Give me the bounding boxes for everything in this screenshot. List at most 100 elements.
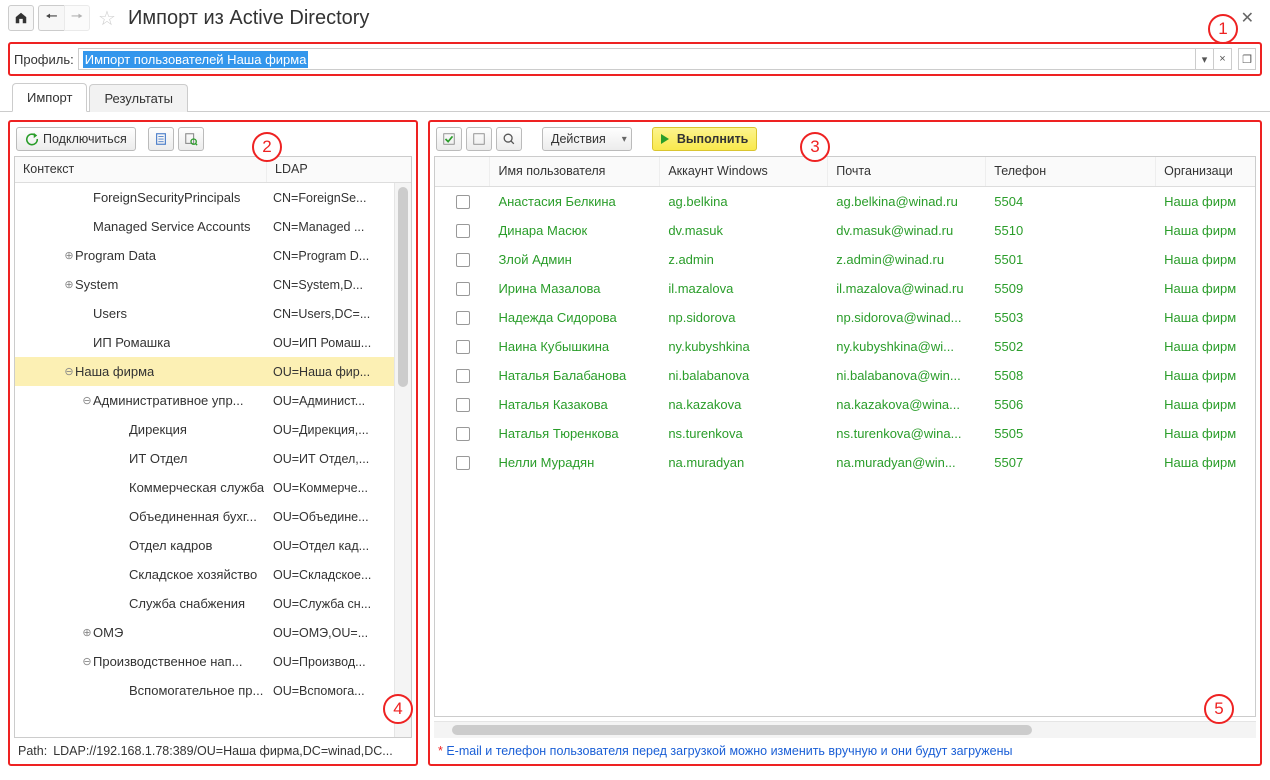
cell-account: na.kazakova (660, 397, 828, 412)
tree-row[interactable]: Отдел кадровOU=Отдел кад... (15, 531, 411, 560)
tree-row[interactable]: ИП РомашкаOU=ИП Ромаш... (15, 328, 411, 357)
cell-org: Наша фирм (1156, 339, 1255, 354)
profile-open-button[interactable]: ❐ (1238, 48, 1256, 70)
tree-header-ldap[interactable]: LDAP (267, 157, 316, 182)
expand-icon[interactable]: ⊕ (81, 626, 93, 639)
expand-icon[interactable]: ⊕ (63, 278, 75, 291)
favorite-button[interactable]: ☆ (94, 5, 120, 31)
tree-context: ОМЭ (93, 625, 123, 640)
run-label: Выполнить (677, 132, 749, 146)
tree-context: Отдел кадров (129, 538, 212, 553)
grid-header-tel[interactable]: Телефон (986, 157, 1156, 186)
nav-forward-button[interactable]: 🠖 (64, 5, 90, 31)
cell-account: z.admin (660, 252, 828, 267)
grid-row[interactable]: Наталья Тюренковаns.turenkovans.turenkov… (435, 419, 1255, 448)
uncheck-all-button[interactable] (466, 127, 492, 151)
tree-panel: Подключиться Контекст LDAP ForeignSecuri… (8, 120, 418, 766)
tree-row[interactable]: ДирекцияOU=Дирекция,... (15, 415, 411, 444)
page-title: Импорт из Active Directory (128, 7, 369, 30)
grid-row[interactable]: Наина Кубышкинаny.kubyshkinany.kubyshkin… (435, 332, 1255, 361)
tree-row[interactable]: ИТ ОтделOU=ИТ Отдел,... (15, 444, 411, 473)
tree-row[interactable]: Коммерческая службаOU=Коммерче... (15, 473, 411, 502)
grid-header-mail[interactable]: Почта (828, 157, 986, 186)
row-checkbox[interactable] (456, 427, 470, 441)
tree-row[interactable]: ⊕Program DataCN=Program D... (15, 241, 411, 270)
tree-header-context[interactable]: Контекст (15, 157, 267, 182)
tree-row[interactable]: UsersCN=Users,DC=... (15, 299, 411, 328)
profile-dropdown-button[interactable]: ▾ (1196, 48, 1214, 70)
grid-header-org[interactable]: Организаци (1156, 157, 1255, 186)
refresh-icon (25, 132, 39, 146)
cell-tel: 5510 (986, 223, 1156, 238)
grid-row[interactable]: Наталья Балабановаni.balabanovani.balaba… (435, 361, 1255, 390)
tree-row[interactable]: Служба снабженияOU=Служба сн... (15, 589, 411, 618)
tree-row[interactable]: Вспомогательное пр...OU=Вспомога... (15, 676, 411, 705)
cell-org: Наша фирм (1156, 368, 1255, 383)
home-button[interactable] (8, 5, 34, 31)
tree-row[interactable]: ⊕ОМЭOU=ОМЭ,OU=... (15, 618, 411, 647)
row-checkbox[interactable] (456, 398, 470, 412)
hint-row: * E-mail и телефон пользователя перед за… (430, 740, 1260, 764)
row-checkbox[interactable] (456, 369, 470, 383)
check-all-icon (442, 132, 456, 146)
cell-tel: 5509 (986, 281, 1156, 296)
uncheck-all-icon (472, 132, 486, 146)
cell-org: Наша фирм (1156, 397, 1255, 412)
tree-context: Объединенная бухг... (129, 509, 257, 524)
cell-name: Нелли Мурадян (490, 455, 660, 470)
grid-row[interactable]: Наталья Казаковаna.kazakovana.kazakova@w… (435, 390, 1255, 419)
row-checkbox[interactable] (456, 340, 470, 354)
grid-row[interactable]: Анастасия Белкинаag.belkinaag.belkina@wi… (435, 187, 1255, 216)
tree-row[interactable]: ⊖Наша фирмаOU=Наша фир... (15, 357, 411, 386)
tree-row[interactable]: ⊕SystemCN=System,D... (15, 270, 411, 299)
tree-row[interactable]: Складское хозяйствоOU=Складское... (15, 560, 411, 589)
profile-input[interactable]: Импорт пользователей Наша фирма (78, 48, 1196, 70)
tree-tool-2[interactable] (178, 127, 204, 151)
check-all-button[interactable] (436, 127, 462, 151)
grid-row[interactable]: Ирина Мазаловаil.mazalovail.mazalova@win… (435, 274, 1255, 303)
play-icon (661, 134, 669, 144)
tab-import[interactable]: Импорт (12, 83, 87, 112)
grid-hscrollbar[interactable] (434, 721, 1256, 738)
cell-mail: ny.kubyshkina@wi... (828, 339, 986, 354)
row-checkbox[interactable] (456, 224, 470, 238)
profile-value: Импорт пользователей Наша фирма (83, 51, 309, 68)
tab-results[interactable]: Результаты (89, 84, 187, 112)
grid-header-account[interactable]: Аккаунт Windows (660, 157, 828, 186)
cell-account: np.sidorova (660, 310, 828, 325)
callout-1: 1 (1208, 14, 1238, 44)
tree-context: Managed Service Accounts (93, 219, 251, 234)
nav-back-button[interactable]: 🠔 (38, 5, 64, 31)
row-checkbox[interactable] (456, 282, 470, 296)
grid-row[interactable]: Злой Админz.adminz.admin@winad.ru5501Наш… (435, 245, 1255, 274)
tree-context: ForeignSecurityPrincipals (93, 190, 240, 205)
row-checkbox[interactable] (456, 456, 470, 470)
profile-clear-button[interactable]: × (1214, 48, 1232, 70)
grid-header-name[interactable]: Имя пользователя (490, 157, 660, 186)
row-checkbox[interactable] (456, 253, 470, 267)
row-checkbox[interactable] (456, 195, 470, 209)
collapse-icon[interactable]: ⊖ (81, 394, 93, 407)
tree-row[interactable]: ForeignSecurityPrincipalsCN=ForeignSe... (15, 183, 411, 212)
path-row: Path: LDAP://192.168.1.78:389/OU=Наша фи… (10, 738, 416, 764)
cell-name: Ирина Мазалова (490, 281, 660, 296)
grid-row[interactable]: Нелли Мурадянna.muradyanna.muradyan@win.… (435, 448, 1255, 477)
tree-row[interactable]: ⊖Административное упр...OU=Админист... (15, 386, 411, 415)
tree-scrollbar[interactable] (394, 183, 411, 737)
tree-row[interactable]: Managed Service AccountsCN=Managed ... (15, 212, 411, 241)
collapse-icon[interactable]: ⊖ (63, 365, 75, 378)
tree-row[interactable]: Объединенная бухг...OU=Объедине... (15, 502, 411, 531)
connect-button[interactable]: Подключиться (16, 127, 136, 151)
grid-header-check[interactable] (435, 157, 490, 186)
grid-row[interactable]: Динара Масюкdv.masukdv.masuk@winad.ru551… (435, 216, 1255, 245)
tree-tool-1[interactable] (148, 127, 174, 151)
tree-ldap: OU=Коммерче... (267, 481, 411, 495)
actions-dropdown[interactable]: Действия ▾ (542, 127, 632, 151)
collapse-icon[interactable]: ⊖ (81, 655, 93, 668)
search-button[interactable] (496, 127, 522, 151)
row-checkbox[interactable] (456, 311, 470, 325)
run-button[interactable]: Выполнить (652, 127, 758, 151)
expand-icon[interactable]: ⊕ (63, 249, 75, 262)
grid-row[interactable]: Надежда Сидороваnp.sidorovanp.sidorova@w… (435, 303, 1255, 332)
tree-row[interactable]: ⊖Производственное нап...OU=Производ... (15, 647, 411, 676)
